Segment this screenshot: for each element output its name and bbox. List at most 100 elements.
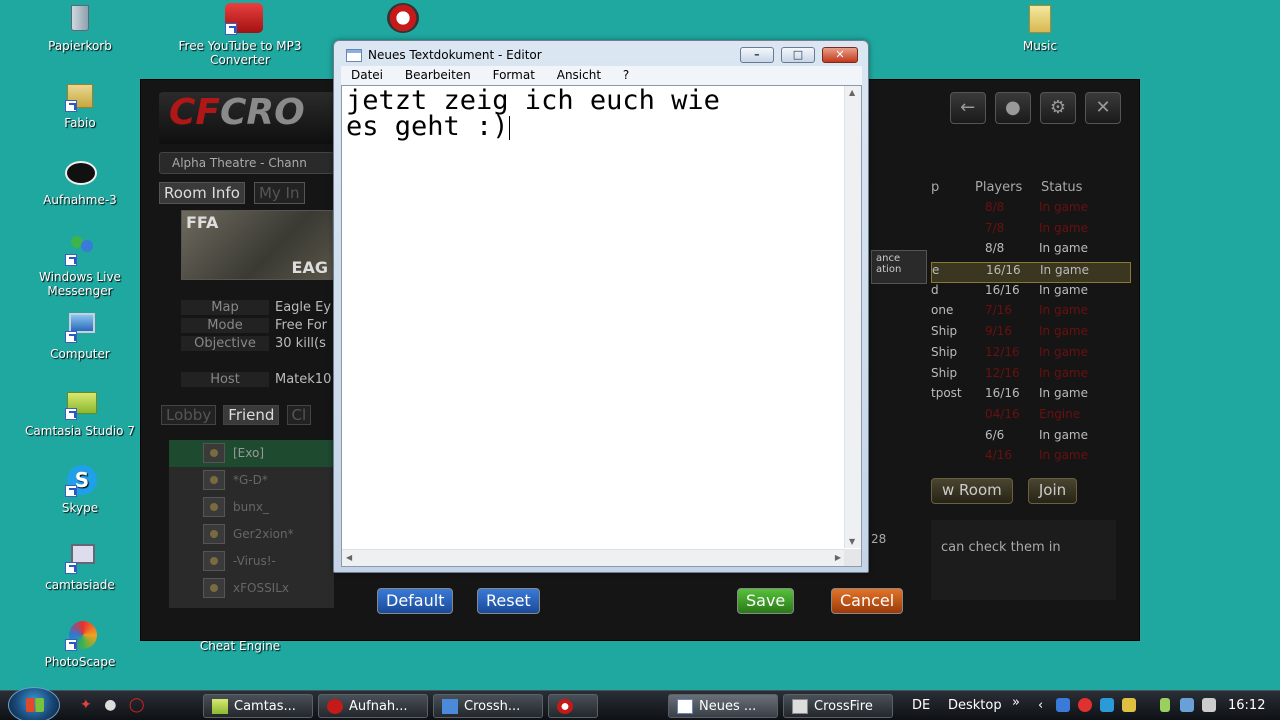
taskbar: ✦ ● ◯ Camtas... Aufnah... Crossh... Neue… <box>0 687 1280 720</box>
tab-my-info[interactable]: My In <box>253 182 305 204</box>
desktop-icon-papierkorb[interactable]: Papierkorb <box>15 3 145 53</box>
text-caret <box>508 115 510 140</box>
scroll-right-icon[interactable]: ▶ <box>835 553 841 562</box>
desktop-icon-messenger[interactable]: Windows Live Messenger <box>15 234 145 298</box>
list-item[interactable]: *G-D* <box>169 467 334 494</box>
default-button[interactable]: Default <box>377 588 454 614</box>
desktop-icon-youtube-mp3[interactable]: Free YouTube to MP3 Converter <box>175 3 305 67</box>
quick-launch-icon[interactable]: ● <box>104 697 116 713</box>
menu-bearbeiten[interactable]: Bearbeiten <box>405 68 471 82</box>
taskbar-item-crossfire-window[interactable]: CrossFire <box>783 694 893 718</box>
quick-launch: ✦ ● ◯ <box>80 697 153 713</box>
desktop-icon-cheat-engine[interactable]: Cheat Engine <box>175 639 305 653</box>
taskbar-item-crossfire-game[interactable] <box>548 694 598 718</box>
minimize-button[interactable]: – <box>739 47 774 63</box>
table-row[interactable]: 6/6 In game <box>931 428 1131 449</box>
desktop-icon-camtasia[interactable]: Camtasia Studio 7 <box>15 388 145 438</box>
taskbar-item-crosshair[interactable]: Crossh... <box>433 694 543 718</box>
desktop-icon-label: Music <box>1022 39 1058 53</box>
desktop-icon-crossfire[interactable] <box>335 3 465 39</box>
table-row[interactable]: Ship 9/16 In game <box>931 324 1131 345</box>
table-row[interactable]: one 7/16 In game <box>931 303 1131 324</box>
menu-format[interactable]: Format <box>493 68 535 82</box>
table-row[interactable]: d 16/16 In game <box>931 283 1131 304</box>
skype-tray-icon[interactable] <box>1100 698 1114 712</box>
room-buttons: w Room Join <box>931 478 1087 504</box>
vertical-scrollbar[interactable]: ▲ ▼ <box>844 86 861 548</box>
language-indicator[interactable]: DE <box>912 698 930 713</box>
quick-launch-icon[interactable]: ✦ <box>80 697 92 713</box>
text-editor-area[interactable]: jetzt zeig ich euch wie es geht :) ▲ ▼ ◀… <box>341 85 862 567</box>
volume-icon[interactable] <box>1202 698 1216 712</box>
reset-button[interactable]: Reset <box>477 588 540 614</box>
clock[interactable]: 16:12 <box>1228 698 1265 713</box>
toolbar-expand-icon[interactable]: » <box>1012 695 1020 710</box>
table-row[interactable]: 8/8 In game <box>931 200 1131 221</box>
network-icon[interactable] <box>1056 698 1070 712</box>
list-item[interactable]: [Exo] <box>169 440 334 467</box>
table-row[interactable]: 8/8 In game <box>931 241 1131 262</box>
tab-clan[interactable]: Cl <box>286 405 312 425</box>
tab-room-info[interactable]: Room Info <box>159 182 245 204</box>
rank-icon <box>203 443 225 463</box>
taskbar-item-notepad[interactable]: Neues ... <box>668 694 778 718</box>
tab-lobby[interactable]: Lobby <box>161 405 217 425</box>
map-badge: EAG <box>291 258 328 277</box>
menu-ansicht[interactable]: Ansicht <box>557 68 601 82</box>
table-row[interactable]: 7/8 In game <box>931 221 1131 242</box>
desktop-icon-camtasiade[interactable]: camtasiade <box>15 542 145 592</box>
horizontal-scrollbar[interactable]: ◀ ▶ <box>342 549 845 566</box>
scroll-down-icon[interactable]: ▼ <box>849 537 855 546</box>
youtube-mp3-icon <box>223 3 263 35</box>
taskbar-item-camtasia[interactable]: Camtas... <box>203 694 313 718</box>
scroll-left-icon[interactable]: ◀ <box>346 553 352 562</box>
desktop-icon-photoscape[interactable]: PhotoScape <box>15 619 145 669</box>
list-item[interactable]: xFOSSILx <box>169 575 334 602</box>
messenger-tray-icon[interactable] <box>1122 698 1136 712</box>
list-item[interactable]: Ger2xion* <box>169 521 334 548</box>
user-icon[interactable]: ● <box>994 92 1031 124</box>
battery-icon[interactable] <box>1160 698 1170 712</box>
notepad-window[interactable]: Neues Textdokument - Editor – □ ✕ Datei … <box>333 40 869 573</box>
list-item[interactable]: bunx_ <box>169 494 334 521</box>
security-alert-icon[interactable] <box>1078 698 1092 712</box>
desktop-icon-computer[interactable]: Computer <box>15 311 145 361</box>
scroll-up-icon[interactable]: ▲ <box>849 88 855 97</box>
desktop-icon-fabio[interactable]: Fabio <box>15 80 145 130</box>
network-connection-icon[interactable] <box>1180 698 1194 712</box>
text-content: jetzt zeig ich euch wie es geht :) <box>346 85 720 142</box>
menu-datei[interactable]: Datei <box>351 68 383 82</box>
opera-icon[interactable]: ◯ <box>129 697 145 713</box>
desktop-icon-skype[interactable]: S Skype <box>15 465 145 515</box>
desktop-icon-aufnahme[interactable]: Aufnahme-3 <box>15 157 145 207</box>
join-button[interactable]: Join <box>1027 478 1078 504</box>
table-row[interactable]: Ship 12/16 In game <box>931 366 1131 387</box>
close-button[interactable]: ✕ <box>822 47 858 63</box>
table-row[interactable]: 4/16 In game <box>931 448 1131 469</box>
photoscape-icon <box>63 619 97 651</box>
save-button[interactable]: Save <box>737 588 795 614</box>
desktop-icon-music[interactable]: Music <box>975 3 1105 53</box>
back-arrow-icon[interactable]: ← <box>949 92 986 124</box>
tab-friend[interactable]: Friend <box>223 405 280 425</box>
table-row[interactable]: tpost 16/16 In game <box>931 386 1131 407</box>
rank-icon <box>203 497 225 517</box>
resize-grip[interactable] <box>844 549 861 566</box>
cancel-button[interactable]: Cancel <box>831 588 904 614</box>
taskbar-item-aufnahme[interactable]: Aufnah... <box>318 694 428 718</box>
desktop-toolbar[interactable]: Desktop <box>948 698 1002 713</box>
menu-help[interactable]: ? <box>623 68 629 82</box>
list-item[interactable]: -Virus!- <box>169 548 334 575</box>
start-button[interactable] <box>8 687 60 720</box>
info-row-map: Map Eagle Ey <box>181 300 333 318</box>
gear-icon[interactable]: ⚙ <box>1039 92 1076 124</box>
table-row[interactable]: Ship 12/16 In game <box>931 345 1131 366</box>
maximize-button[interactable]: □ <box>780 47 815 63</box>
desktop-icon-label: Papierkorb <box>48 39 112 53</box>
close-icon[interactable]: ✕ <box>1085 92 1121 124</box>
new-room-button[interactable]: w Room <box>931 478 1013 504</box>
tray-expand-icon[interactable]: ‹ <box>1038 698 1043 713</box>
notepad-icon <box>677 699 693 714</box>
table-row[interactable]: 04/16 Engine <box>931 407 1131 428</box>
table-row[interactable]: e 16/16 In game <box>931 262 1131 283</box>
